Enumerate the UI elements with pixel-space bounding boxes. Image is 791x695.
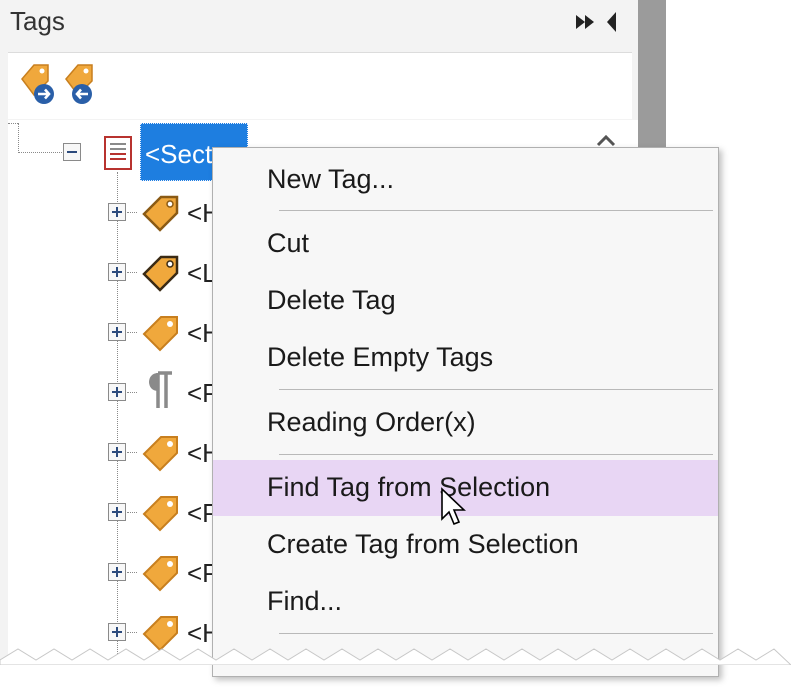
menu-item-reading-order[interactable]: Reading Order(x) — [213, 395, 718, 451]
menu-separator — [279, 454, 713, 455]
tag-icon — [142, 556, 178, 592]
tags-toolbar — [8, 52, 632, 119]
menu-item-label: Cut — [267, 228, 310, 258]
menu-item-delete-empty-tags[interactable]: Delete Empty Tags — [213, 330, 718, 386]
menu-item-cut[interactable]: Cut — [213, 216, 718, 272]
tree-connector — [127, 512, 137, 513]
menu-separator — [279, 633, 713, 634]
menu-item-label: Delete Empty Tags — [267, 342, 494, 372]
menu-item-new-tag[interactable]: New Tag... — [213, 152, 718, 208]
tree-connector — [127, 392, 137, 393]
expand-panel-icon[interactable] — [574, 12, 598, 32]
menu-item-label: New Tag... — [267, 164, 395, 194]
menu-item-label: Create Tag from Selection — [267, 529, 579, 559]
menu-item-find[interactable]: Find... — [213, 574, 718, 630]
tag-icon — [142, 436, 178, 472]
paragraph-icon — [149, 371, 172, 408]
expand-toggle[interactable] — [108, 203, 126, 221]
expand-toggle[interactable] — [108, 443, 126, 461]
tree-connector — [18, 123, 19, 153]
tag-arrow-right-icon[interactable] — [18, 61, 58, 105]
expand-toggle[interactable] — [108, 503, 126, 521]
tag-icon — [142, 255, 179, 292]
menu-separator — [279, 389, 713, 390]
torn-edge-decoration — [0, 648, 791, 665]
tree-connector — [127, 632, 137, 633]
expand-toggle[interactable] — [108, 263, 126, 281]
section-icon — [104, 136, 132, 170]
tree-connector — [117, 172, 118, 662]
expand-toggle[interactable] — [108, 563, 126, 581]
tree-connector — [127, 332, 137, 333]
panel-controls — [574, 8, 620, 36]
tag-arrow-left-icon[interactable] — [62, 61, 102, 105]
collapse-toggle[interactable] — [63, 143, 81, 161]
menu-item-label: Reading Order(x) — [267, 407, 476, 437]
collapse-panel-icon[interactable] — [604, 10, 620, 34]
expand-toggle[interactable] — [108, 383, 126, 401]
tree-connector — [18, 152, 62, 153]
menu-item-label: Delete Tag — [267, 285, 396, 315]
mouse-cursor-icon — [441, 487, 466, 526]
menu-separator — [279, 210, 713, 211]
context-menu: New Tag... Cut Delete Tag Delete Empty T… — [212, 147, 719, 677]
tree-connector — [127, 452, 137, 453]
tag-icon — [142, 496, 178, 532]
panel-title: Tags — [10, 6, 65, 36]
tree-connector — [127, 272, 137, 273]
tree-connector — [127, 212, 137, 213]
scroll-up-icon[interactable] — [594, 132, 618, 148]
expand-toggle[interactable] — [108, 323, 126, 341]
tree-connector — [127, 572, 137, 573]
expand-toggle[interactable] — [108, 623, 126, 641]
menu-item-delete-tag[interactable]: Delete Tag — [213, 273, 718, 329]
tag-icon — [142, 316, 178, 352]
menu-item-label: Find... — [267, 586, 343, 616]
menu-item-label: Find Tag from Selection — [267, 472, 551, 502]
tag-icon — [142, 195, 179, 232]
tree-connector — [8, 123, 18, 124]
